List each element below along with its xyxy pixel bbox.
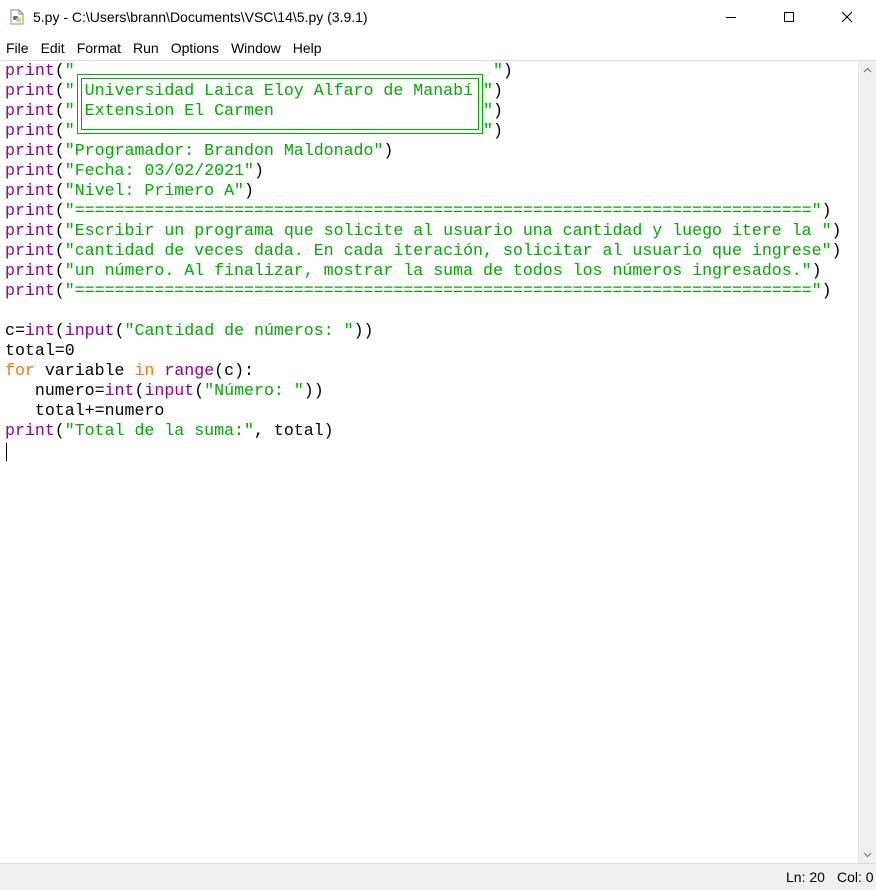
code-line: total+=numero [5,401,165,420]
status-bar: Ln: 20 Col: 0 [0,863,876,890]
text-cursor [6,443,7,461]
title-bar: 5.py - C:\Users\brann\Documents\VSC\14\5… [0,0,876,34]
scroll-up-button[interactable] [859,61,876,78]
code-line: print("=================================… [5,281,832,300]
code-line: print("cantidad de veces dada. En cada i… [5,241,842,260]
code-line: print("Nivel: Primero A") [5,181,254,200]
code-line: print("Programador: Brandon Maldonado") [5,141,394,160]
code-editor[interactable]: print(" ") print(" Universidad Laica Elo… [0,61,858,863]
code-line: print("un número. Al finalizar, mostrar … [5,261,822,280]
close-icon [841,11,853,23]
chevron-up-icon [863,67,872,72]
code-line: print(" ") [5,121,503,140]
maximize-icon [784,12,794,22]
close-button[interactable] [818,0,876,34]
line-number-indicator: Ln: 20 [786,869,825,885]
code-line: print("Total de la suma:", total) [5,421,334,440]
minimize-icon [726,17,736,18]
menu-help[interactable]: Help [287,37,328,59]
code-line: numero=int(input("Número: ")) [5,381,324,400]
vertical-scrollbar[interactable] [858,61,876,863]
menu-window[interactable]: Window [225,37,287,59]
menu-format[interactable]: Format [71,37,127,59]
code-line: c=int(input("Cantidad de números: ")) [5,321,374,340]
column-number-indicator: Col: 0 [837,869,874,885]
window-title: 5.py - C:\Users\brann\Documents\VSC\14\5… [33,9,368,25]
code-line: total=0 [5,341,75,360]
minimize-button[interactable] [702,0,760,34]
menu-options[interactable]: Options [165,37,225,59]
code-line: print("Fecha: 03/02/2021") [5,161,264,180]
maximize-button[interactable] [760,0,818,34]
python-file-icon [9,9,25,25]
code-line: print(" ") [5,61,513,80]
code-line: print(" Extension El Carmen ") [5,101,503,120]
menu-file[interactable]: File [0,37,35,59]
scroll-down-button[interactable] [859,846,876,863]
code-line: for variable in range(c): [5,361,254,380]
menu-bar: File Edit Format Run Options Window Help [0,36,876,60]
code-line: print("=================================… [5,201,832,220]
chevron-down-icon [863,852,872,857]
code-line: print("Escribir un programa que solicite… [5,221,842,240]
code-line: print(" Universidad Laica Eloy Alfaro de… [5,81,503,100]
menu-run[interactable]: Run [127,37,165,59]
menu-edit[interactable]: Edit [35,37,71,59]
